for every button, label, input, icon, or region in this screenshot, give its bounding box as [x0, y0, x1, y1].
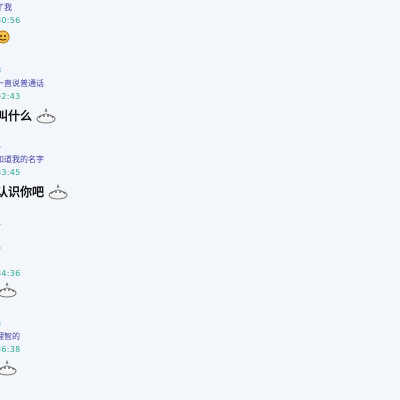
- sender-name[interactable]: 5: [0, 143, 1, 151]
- message-text: 知道我的名字: [0, 155, 44, 164]
- sender-name[interactable]: 4: [0, 220, 1, 228]
- sticker-message: [0, 282, 18, 301]
- message-large: 认识你吧: [0, 184, 69, 200]
- message-time: 32:43: [0, 92, 21, 101]
- message-text: 了我: [0, 3, 12, 12]
- rice-bowl-sticker-icon: [48, 184, 68, 200]
- sender-name[interactable]: 5: [0, 244, 1, 252]
- sender-name[interactable]: 8: [0, 67, 1, 75]
- message-time: 36:38: [0, 345, 21, 354]
- message-text: 理智的: [0, 332, 20, 341]
- message-large-text: 叫什么: [0, 109, 33, 123]
- sender-name[interactable]: 3: [0, 320, 1, 328]
- rice-bowl-sticker-icon: [0, 282, 17, 298]
- message-time: 33:45: [0, 168, 21, 177]
- message-time: 30:56: [0, 16, 21, 25]
- message-large: 叫什么: [0, 108, 57, 124]
- rice-bowl-sticker-icon: [0, 360, 17, 376]
- rice-bowl-sticker-icon: [36, 108, 56, 124]
- message-text: 一直说普通话: [0, 79, 44, 88]
- sticker-message: [0, 360, 18, 379]
- smiley-emoji-icon: [0, 30, 10, 47]
- message-large-text: 认识你吧: [0, 185, 45, 199]
- message-time: 34:36: [0, 269, 21, 278]
- chat-log: 了我 30:56 8 一直说普通话 32:43 叫什么 5 知道我的名字 33:…: [0, 0, 400, 400]
